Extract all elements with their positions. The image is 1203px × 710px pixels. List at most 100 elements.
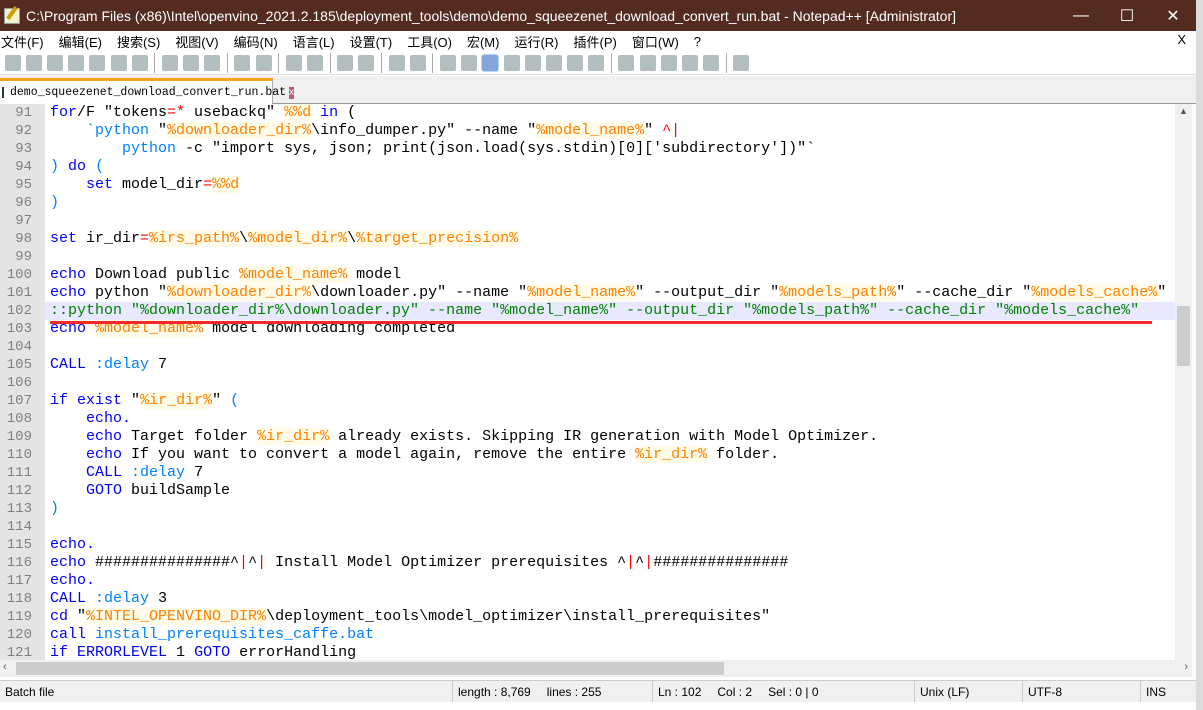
menu-item[interactable]: 设置(T) bbox=[349, 32, 393, 51]
zoom-out-icon[interactable] bbox=[358, 54, 375, 71]
udl-icon[interactable] bbox=[503, 54, 520, 71]
line-number: 92 bbox=[0, 122, 45, 140]
code-line[interactable]: 116 echo ###############^|^| Install Mode… bbox=[0, 554, 1175, 572]
minimize-button[interactable]: — bbox=[1058, 0, 1104, 31]
code-line[interactable]: 91 for/F "tokens=* usebackq" %%d in ( bbox=[0, 104, 1175, 122]
close-all-icon[interactable] bbox=[110, 54, 127, 71]
menu-item[interactable]: 插件(P) bbox=[573, 32, 617, 51]
menu-item[interactable]: 工具(O) bbox=[406, 32, 452, 51]
maximize-button[interactable]: ☐ bbox=[1104, 0, 1150, 31]
close-icon[interactable] bbox=[89, 54, 106, 71]
vertical-scrollbar[interactable]: ▲ bbox=[1175, 104, 1192, 660]
close-document-button[interactable]: X bbox=[1177, 32, 1186, 47]
scroll-up-icon[interactable]: ▲ bbox=[1179, 106, 1188, 116]
eol-format[interactable]: Unix (LF) bbox=[920, 685, 969, 699]
sync-horizontal-icon[interactable] bbox=[409, 54, 426, 71]
sync-vertical-icon[interactable] bbox=[388, 54, 405, 71]
scroll-left-icon[interactable]: ‹ bbox=[3, 661, 7, 673]
code-line[interactable]: 100 echo Download public %model_name% mod… bbox=[0, 266, 1175, 284]
code-line[interactable]: 113) bbox=[0, 500, 1175, 518]
run-macro-multiple-icon[interactable] bbox=[682, 54, 699, 71]
tab-file[interactable]: demo_squeezenet_download_convert_run.bat… bbox=[0, 78, 295, 104]
menu-item[interactable]: 搜索(S) bbox=[116, 32, 160, 51]
save-icon[interactable] bbox=[46, 54, 63, 71]
code-line[interactable]: 94) do ( bbox=[0, 158, 1175, 176]
undo-icon[interactable] bbox=[234, 54, 251, 71]
scrollbar-thumb[interactable] bbox=[16, 662, 724, 675]
close-tab-icon[interactable]: x bbox=[289, 86, 295, 99]
doc-map-icon[interactable] bbox=[524, 54, 541, 71]
open-file-icon[interactable] bbox=[25, 54, 42, 71]
code-line[interactable]: 112 GOTO buildSample bbox=[0, 482, 1175, 500]
stop-macro-icon[interactable] bbox=[639, 54, 656, 71]
code-line[interactable]: 110 echo If you want to convert a model … bbox=[0, 446, 1175, 464]
code-line[interactable]: 107 if exist "%ir_dir%" ( bbox=[0, 392, 1175, 410]
print-icon[interactable] bbox=[131, 54, 148, 71]
play-macro-icon[interactable] bbox=[660, 54, 677, 71]
code-line[interactable]: 120 call install_prerequisites_caffe.bat bbox=[0, 626, 1175, 644]
code-line[interactable]: 115 echo. bbox=[0, 536, 1175, 554]
code-line[interactable]: 104 bbox=[0, 338, 1175, 356]
code-line[interactable]: 99 bbox=[0, 248, 1175, 266]
save-all-icon[interactable] bbox=[68, 54, 85, 71]
code-editor[interactable]: 91 for/F "tokens=* usebackq" %%d in (92 `… bbox=[0, 104, 1175, 660]
new-file-icon[interactable] bbox=[4, 54, 21, 71]
code-line[interactable]: 97 bbox=[0, 212, 1175, 230]
paste-icon[interactable] bbox=[204, 54, 221, 71]
status-doc-info: length : 8,769 lines : 255 bbox=[453, 680, 653, 703]
save-macro-icon[interactable] bbox=[703, 54, 720, 71]
word-wrap-icon[interactable] bbox=[439, 54, 456, 71]
zoom-in-icon[interactable] bbox=[337, 54, 354, 71]
code-line[interactable]: 106 bbox=[0, 374, 1175, 392]
code-line[interactable]: 105 CALL :delay 7 bbox=[0, 356, 1175, 374]
code-line[interactable]: 95 set model_dir=%%d bbox=[0, 176, 1175, 194]
indent-guide-icon[interactable] bbox=[481, 53, 500, 72]
code-line[interactable]: 109 echo Target folder %ir_dir% already … bbox=[0, 428, 1175, 446]
scroll-right-icon[interactable]: › bbox=[1184, 661, 1188, 673]
menu-item[interactable]: 运行(R) bbox=[513, 32, 558, 51]
line-number: 102 bbox=[0, 302, 45, 320]
menu-item[interactable]: 编辑(E) bbox=[58, 32, 102, 51]
scrollbar-thumb[interactable] bbox=[1177, 306, 1190, 366]
cut-icon[interactable] bbox=[161, 54, 178, 71]
horizontal-scrollbar[interactable]: ‹ › bbox=[0, 660, 1192, 677]
code-line[interactable]: 111 CALL :delay 7 bbox=[0, 464, 1175, 482]
status-eol[interactable]: Unix (LF) bbox=[915, 680, 1023, 703]
menu-item[interactable]: 文件(F) bbox=[0, 32, 44, 51]
replace-icon[interactable] bbox=[307, 54, 324, 71]
close-window-button[interactable]: ✕ bbox=[1150, 0, 1196, 31]
code-token: buildSample bbox=[122, 482, 231, 499]
folder-workspace-icon[interactable] bbox=[567, 54, 584, 71]
menu-item[interactable]: 视图(V) bbox=[174, 32, 218, 51]
code-line[interactable]: 101 echo python "%downloader_dir%\downloa… bbox=[0, 284, 1175, 302]
code-line[interactable]: 121 if ERRORLEVEL 1 GOTO errorHandling bbox=[0, 644, 1175, 660]
spell-check-icon[interactable] bbox=[733, 54, 750, 71]
menu-item[interactable]: ? bbox=[693, 34, 701, 49]
code-line[interactable]: 92 `python "%downloader_dir%\info_dumper… bbox=[0, 122, 1175, 140]
code-line[interactable]: 119 cd "%INTEL_OPENVINO_DIR%\deployment_t… bbox=[0, 608, 1175, 626]
code-line[interactable]: 108 echo. bbox=[0, 410, 1175, 428]
code-line[interactable]: 102::python "%downloader_dir%\downloader… bbox=[0, 302, 1175, 320]
code-text: python -c "import sys, json; print(json.… bbox=[45, 140, 1175, 158]
menu-item[interactable]: 语言(L) bbox=[292, 32, 335, 51]
line-number: 104 bbox=[0, 338, 45, 356]
menu-item[interactable]: 编码(N) bbox=[233, 32, 278, 51]
menu-item[interactable]: 宏(M) bbox=[466, 32, 500, 51]
status-encoding[interactable]: UTF-8 bbox=[1023, 680, 1141, 703]
record-macro-icon[interactable] bbox=[618, 54, 635, 71]
encoding[interactable]: UTF-8 bbox=[1028, 685, 1062, 699]
function-list-icon[interactable] bbox=[545, 54, 562, 71]
code-line[interactable]: 118 CALL :delay 3 bbox=[0, 590, 1175, 608]
code-line[interactable]: 117 echo. bbox=[0, 572, 1175, 590]
menu-item[interactable]: 窗口(W) bbox=[631, 32, 679, 51]
monitor-icon[interactable] bbox=[588, 54, 605, 71]
code-line[interactable]: 96) bbox=[0, 194, 1175, 212]
redo-icon[interactable] bbox=[255, 54, 272, 71]
code-line[interactable]: 98 set ir_dir=%irs_path%\%model_dir%\%tar… bbox=[0, 230, 1175, 248]
code-line[interactable]: 114 bbox=[0, 518, 1175, 536]
show-all-chars-icon[interactable] bbox=[461, 54, 478, 71]
code-line[interactable]: 93 python -c "import sys, json; print(js… bbox=[0, 140, 1175, 158]
copy-icon[interactable] bbox=[183, 54, 200, 71]
find-icon[interactable] bbox=[285, 54, 302, 71]
